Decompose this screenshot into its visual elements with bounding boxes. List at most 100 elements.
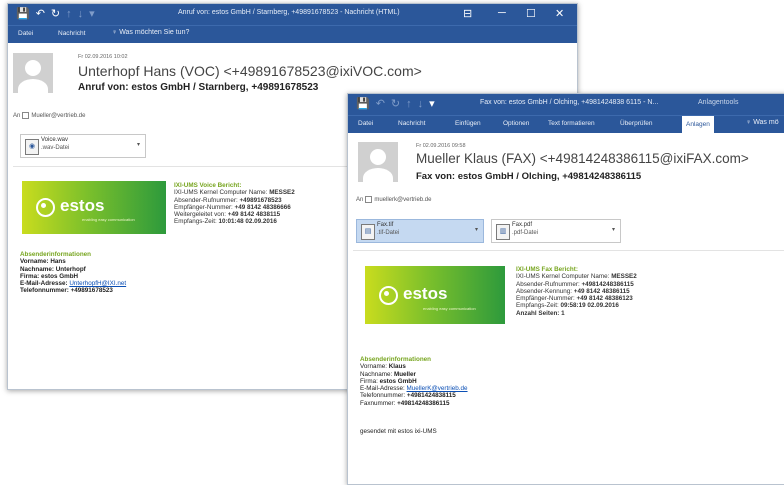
report-line: Absender-Rufnummer: +49891678523 bbox=[174, 196, 282, 204]
email-link[interactable]: UnterhopfH@IXI.net bbox=[69, 280, 126, 287]
quick-access-toolbar: 💾↶↻↑↓▾ bbox=[16, 7, 101, 20]
estos-logo: estos enabling easy communication bbox=[22, 181, 166, 234]
customize-dropdown-icon[interactable]: ▾ bbox=[89, 8, 101, 20]
ribbon-display-options-icon[interactable]: ⊟ bbox=[463, 7, 472, 20]
fax-message-window: 💾↶↻↑↓▾ Fax von: estos GmbH / Olching, +4… bbox=[347, 93, 784, 485]
message-date: Fr 02.09.2016 09:58 bbox=[416, 143, 466, 149]
report-line: IXI-UMS Kernel Computer Name: MESSE2 bbox=[174, 189, 295, 197]
message-subject: Fax von: estos GmbH / Olching, +49814248… bbox=[416, 171, 642, 182]
sender-name[interactable]: Mueller Klaus (FAX) <+49814248386115@ixi… bbox=[416, 151, 749, 166]
avatar bbox=[358, 142, 398, 182]
undo-icon[interactable]: ↶ bbox=[36, 8, 51, 20]
save-icon[interactable]: 💾 bbox=[16, 8, 36, 20]
context-tab-label: Anlagentools bbox=[698, 99, 739, 106]
recipient-address[interactable]: muellerk@vertrieb.de bbox=[374, 197, 431, 203]
tab-datei[interactable]: Datei bbox=[358, 120, 373, 127]
sender-info-line: E-Mail-Adresse: MuellerK@vertrieb.de bbox=[360, 385, 468, 393]
sender-info-line: Vorname: Klaus bbox=[360, 363, 406, 371]
window-title: Fax von: estos GmbH / Olching, +49814248… bbox=[480, 99, 659, 106]
undo-icon[interactable]: ↶ bbox=[376, 98, 391, 110]
recipient-line: An Mueller@vertrieb.de bbox=[13, 112, 85, 119]
to-label: An bbox=[13, 113, 21, 120]
logo-brand: estos bbox=[403, 284, 448, 303]
tab-nachricht[interactable]: Nachricht bbox=[58, 30, 85, 37]
report-line: IXI-UMS Kernel Computer Name: MESSE2 bbox=[516, 273, 637, 281]
down-arrow-icon[interactable]: ↓ bbox=[418, 98, 430, 110]
quick-access-toolbar: 💾↶↻↑↓▾ bbox=[356, 97, 441, 110]
to-label: An bbox=[356, 197, 364, 204]
attachment-voice[interactable]: ◉ Voice.wav .wav-Datei ▾ bbox=[20, 134, 146, 158]
minimize-button[interactable]: ─ bbox=[498, 7, 506, 19]
sender-info-title: Absenderinformationen bbox=[360, 356, 432, 363]
email-link[interactable]: MuellerK@vertrieb.de bbox=[407, 385, 468, 392]
checkbox-icon[interactable] bbox=[365, 196, 373, 203]
report-line: Empfangs-Zeit: 10:01:48 02.09.2016 bbox=[174, 218, 277, 226]
report-line: Empfänger-Nummer: +49 8142 48386666 bbox=[174, 203, 291, 211]
sender-info-line: Faxnummer: +49814248386115 bbox=[360, 399, 450, 407]
sender-info-line: Telefonnummer: +4981424838115 bbox=[360, 392, 456, 400]
report-line: Empfänger-Nummer: +49 8142 48386123 bbox=[516, 295, 633, 303]
report-line: Weitergeleitet von: +49 8142 4838115 bbox=[174, 211, 281, 219]
estos-logo: estos enabling easy communication bbox=[365, 266, 505, 324]
sender-name[interactable]: Unterhopf Hans (VOC) <+49891678523@ixiVO… bbox=[78, 63, 422, 79]
fax-report: IXI-UMS Fax Bericht: IXI-UMS Kernel Comp… bbox=[516, 266, 637, 317]
sender-info-title: Absenderinformationen bbox=[20, 251, 92, 258]
attachment-pdf[interactable]: ▥ Fax.pdf .pdf-Datei ▾ bbox=[491, 219, 621, 243]
down-arrow-icon[interactable]: ↓ bbox=[78, 8, 90, 20]
logo-ring-icon bbox=[36, 198, 55, 217]
logo-brand: estos bbox=[60, 196, 105, 215]
save-icon[interactable]: 💾 bbox=[356, 98, 376, 110]
wav-file-icon: ◉ bbox=[25, 139, 39, 155]
report-title: IXI-UMS Voice Bericht: bbox=[174, 182, 242, 189]
redo-icon[interactable]: ↻ bbox=[391, 98, 406, 110]
sender-info-line: Nachname: Mueller bbox=[360, 370, 416, 378]
ribbon-tabs: Datei Nachricht Einfügen Optionen Text f… bbox=[348, 115, 784, 133]
attachment-name: Fax.tif bbox=[377, 222, 394, 228]
sender-info: Absenderinformationen Vorname: Klaus Nac… bbox=[360, 356, 468, 407]
chevron-down-icon[interactable]: ▾ bbox=[137, 141, 140, 148]
close-button[interactable]: ✕ bbox=[555, 7, 564, 20]
tell-me-search[interactable]: ♀ Was möchten Sie tun? bbox=[112, 29, 189, 36]
sender-info-line: Vorname: Hans bbox=[20, 258, 66, 266]
logo-ring-icon bbox=[379, 286, 398, 305]
footer-text: gesendet mit estos ixi-UMS bbox=[360, 428, 437, 435]
sender-info: Absenderinformationen Vorname: Hans Nach… bbox=[20, 251, 126, 295]
logo-tagline: enabling easy communication bbox=[82, 217, 135, 222]
customize-dropdown-icon[interactable]: ▾ bbox=[429, 98, 441, 110]
voice-report: IXI-UMS Voice Bericht: IXI-UMS Kernel Co… bbox=[174, 182, 295, 226]
message-subject: Anruf von: estos GmbH / Starnberg, +4989… bbox=[78, 82, 319, 93]
title-bar: 💾↶↻↑↓▾ Anruf von: estos GmbH / Starnberg… bbox=[8, 4, 577, 25]
chevron-down-icon[interactable]: ▾ bbox=[612, 226, 615, 233]
chevron-down-icon[interactable]: ▾ bbox=[475, 226, 478, 233]
report-title: IXI-UMS Fax Bericht: bbox=[516, 266, 578, 273]
redo-icon[interactable]: ↻ bbox=[51, 8, 66, 20]
tab-optionen[interactable]: Optionen bbox=[503, 120, 529, 127]
tab-anlagen[interactable]: Anlagen bbox=[682, 116, 714, 133]
recipient-address[interactable]: Mueller@vertrieb.de bbox=[31, 113, 85, 119]
sender-info-line: Firma: estos GmbH bbox=[20, 272, 79, 280]
report-line: Empfangs-Zeit: 09:58:19 02.09.2016 bbox=[516, 302, 619, 310]
attachment-type: .pdf-Datei bbox=[512, 230, 539, 236]
tab-einfuegen[interactable]: Einfügen bbox=[455, 120, 481, 127]
attachment-name: Fax.pdf bbox=[512, 222, 533, 228]
logo-tagline: enabling easy communication bbox=[423, 306, 476, 311]
sender-info-line: E-Mail-Adresse: UnterhopfH@IXI.net bbox=[20, 280, 127, 288]
tab-ueberpruefen[interactable]: Überprüfen bbox=[620, 120, 653, 127]
checkbox-icon[interactable] bbox=[22, 112, 30, 119]
sender-info-line: Telefonnummer: +49891678523 bbox=[20, 287, 113, 295]
report-line: Anzahl Seiten: 1 bbox=[516, 309, 565, 317]
tab-datei[interactable]: Datei bbox=[18, 30, 33, 37]
avatar bbox=[13, 53, 53, 93]
up-arrow-icon[interactable]: ↑ bbox=[406, 98, 418, 110]
tell-me-search[interactable]: ♀ Was mö bbox=[746, 119, 779, 126]
attachment-tif[interactable]: ▤ Fax.tif .tif-Datei ▾ bbox=[356, 219, 484, 243]
tab-nachricht[interactable]: Nachricht bbox=[398, 120, 425, 127]
maximize-button[interactable]: ☐ bbox=[526, 7, 536, 20]
divider bbox=[353, 250, 784, 251]
tab-text-formatieren[interactable]: Text formatieren bbox=[548, 120, 595, 127]
up-arrow-icon[interactable]: ↑ bbox=[66, 8, 78, 20]
title-bar: 💾↶↻↑↓▾ Fax von: estos GmbH / Olching, +4… bbox=[348, 94, 784, 115]
attachment-type: .tif-Datei bbox=[377, 230, 400, 236]
sender-info-line: Firma: estos GmbH bbox=[360, 377, 417, 385]
pdf-file-icon: ▥ bbox=[496, 224, 510, 240]
